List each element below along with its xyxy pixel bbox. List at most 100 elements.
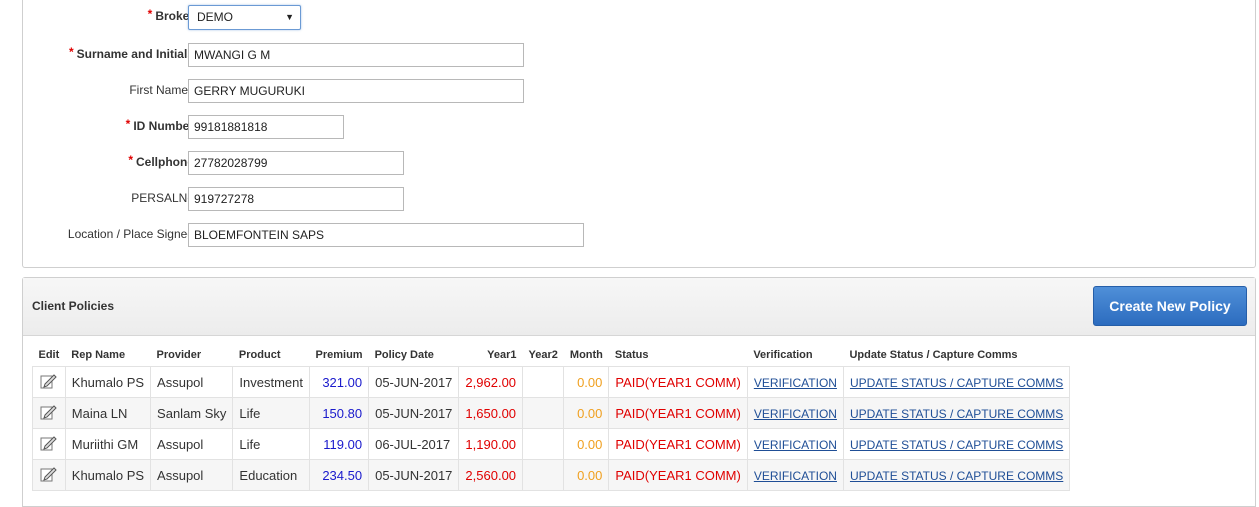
surname-label-text: Surname and Initials <box>76 47 194 61</box>
update-status-cell: UPDATE STATUS / CAPTURE COMMS <box>842 428 1071 460</box>
table-row: Maina LN Sanlam Sky Life 150.80 05-JUN-2… <box>32 397 1071 429</box>
table-row: Khumalo PS Assupol Investment 321.00 05-… <box>32 366 1071 398</box>
broker-select[interactable]: DEMO ▼ <box>188 5 301 30</box>
status-cell: PAID(YEAR1 COMM) <box>608 428 748 460</box>
column-header-status: Status <box>614 349 649 361</box>
table-row: Muriithi GM Assupol Life 119.00 06-JUL-2… <box>32 428 1071 460</box>
update-status-cell: UPDATE STATUS / CAPTURE COMMS <box>842 459 1071 491</box>
edit-pencil-icon[interactable] <box>39 403 57 421</box>
create-new-policy-button[interactable]: Create New Policy <box>1093 286 1247 326</box>
product-cell: Life <box>232 428 311 460</box>
location-label: Location / Place Signed <box>67 227 194 241</box>
persal-row: PERSALNo 919727278 <box>23 187 1257 211</box>
column-header-product: Product <box>238 349 281 361</box>
provider-cell: Assupol <box>150 428 234 460</box>
update-status-link[interactable]: UPDATE STATUS / CAPTURE COMMS <box>850 407 1063 421</box>
broker-row: * Broker DEMO ▼ <box>23 5 1257 30</box>
table-row: Khumalo PS Assupol Education 234.50 05-J… <box>32 459 1071 491</box>
table-header-row: Edit Rep Name Provider Product Premium P… <box>33 344 1070 367</box>
location-input[interactable]: BLOEMFONTEIN SAPS <box>188 223 584 247</box>
rep-name-cell: Muriithi GM <box>64 428 152 460</box>
month-cell: 0.00 <box>563 397 610 429</box>
column-header-rep-name: Rep Name <box>71 349 126 361</box>
surname-row: * Surname and Initials MWANGI G M <box>23 43 1257 67</box>
update-status-cell: UPDATE STATUS / CAPTURE COMMS <box>842 366 1071 398</box>
cellphone-row: * Cellphone 27782028799 <box>23 151 1257 175</box>
verification-link[interactable]: VERIFICATION <box>754 376 837 390</box>
column-header-year1: Year1 <box>487 349 517 361</box>
status-cell: PAID(YEAR1 COMM) <box>608 366 748 398</box>
id-number-input[interactable]: 99181881818 <box>188 115 344 139</box>
product-cell: Life <box>232 397 311 429</box>
surname-input[interactable]: MWANGI G M <box>188 43 524 67</box>
first-names-input[interactable]: GERRY MUGURUKI <box>188 79 524 103</box>
premium-cell: 321.00 <box>309 366 370 398</box>
update-status-link[interactable]: UPDATE STATUS / CAPTURE COMMS <box>850 438 1063 452</box>
update-status-link[interactable]: UPDATE STATUS / CAPTURE COMMS <box>850 469 1063 483</box>
column-header-month: Month <box>569 349 603 361</box>
status-cell: PAID(YEAR1 COMM) <box>608 459 748 491</box>
edit-pencil-icon[interactable] <box>39 465 57 483</box>
persal-label: PERSALNo <box>131 191 194 205</box>
policy-date-cell: 05-JUN-2017 <box>368 459 460 491</box>
column-header-policy-date: Policy Date <box>374 349 434 361</box>
status-cell: PAID(YEAR1 COMM) <box>608 397 748 429</box>
premium-cell: 234.50 <box>309 459 370 491</box>
required-marker: * <box>147 7 153 21</box>
policy-date-cell: 05-JUN-2017 <box>368 366 460 398</box>
verification-link[interactable]: VERIFICATION <box>754 438 837 452</box>
policy-date-cell: 05-JUN-2017 <box>368 397 460 429</box>
persal-input[interactable]: 919727278 <box>188 187 404 211</box>
year1-cell: 1,650.00 <box>458 397 524 429</box>
policies-title: Client Policies <box>32 299 115 313</box>
id-number-label: * ID Number <box>125 117 194 133</box>
verification-link[interactable]: VERIFICATION <box>754 469 837 483</box>
edit-cell[interactable] <box>32 366 66 398</box>
month-cell: 0.00 <box>563 428 610 460</box>
provider-cell: Assupol <box>150 459 234 491</box>
cellphone-label-text: Cellphone <box>135 155 194 169</box>
column-header-update-status: Update Status / Capture Comms <box>849 349 1018 361</box>
premium-cell: 119.00 <box>309 428 370 460</box>
rep-name-cell: Khumalo PS <box>64 459 152 491</box>
month-cell: 0.00 <box>563 459 610 491</box>
client-details-panel: * Broker DEMO ▼ * Surname and Initials MWA… <box>22 0 1256 268</box>
id-number-label-text: ID Number <box>133 119 194 133</box>
client-policies-panel: Client Policies Create New Policy Edit R… <box>22 277 1256 507</box>
edit-cell[interactable] <box>32 397 66 429</box>
verification-cell: VERIFICATION <box>746 459 844 491</box>
year1-cell: 1,190.00 <box>458 428 524 460</box>
required-marker: * <box>128 153 133 167</box>
update-status-cell: UPDATE STATUS / CAPTURE COMMS <box>842 397 1071 429</box>
year2-cell <box>522 397 565 429</box>
required-marker: * <box>68 45 74 59</box>
edit-pencil-icon[interactable] <box>39 372 57 390</box>
broker-select-value: DEMO <box>197 10 233 24</box>
policy-date-cell: 06-JUL-2017 <box>368 428 460 460</box>
rep-name-cell: Khumalo PS <box>64 366 152 398</box>
column-header-verification: Verification <box>753 349 813 361</box>
premium-cell: 150.80 <box>309 397 370 429</box>
policies-header: Client Policies Create New Policy <box>23 278 1255 336</box>
verification-cell: VERIFICATION <box>746 397 844 429</box>
cellphone-input[interactable]: 27782028799 <box>188 151 404 175</box>
column-header-edit: Edit <box>38 349 60 361</box>
edit-cell[interactable] <box>32 459 66 491</box>
policies-table: Edit Rep Name Provider Product Premium P… <box>32 344 1071 491</box>
provider-cell: Assupol <box>150 366 234 398</box>
column-header-year2: Year2 <box>528 349 558 361</box>
edit-pencil-icon[interactable] <box>39 434 57 452</box>
rep-name-cell: Maina LN <box>64 397 152 429</box>
update-status-link[interactable]: UPDATE STATUS / CAPTURE COMMS <box>850 376 1063 390</box>
verification-link[interactable]: VERIFICATION <box>754 407 837 421</box>
required-marker: * <box>125 117 131 131</box>
id-number-row: * ID Number 99181881818 <box>23 115 1257 139</box>
year2-cell <box>522 366 565 398</box>
product-cell: Education <box>232 459 311 491</box>
year2-cell <box>522 459 565 491</box>
verification-cell: VERIFICATION <box>746 366 844 398</box>
product-cell: Investment <box>232 366 311 398</box>
first-names-row: First Names GERRY MUGURUKI <box>23 79 1257 103</box>
column-header-premium: Premium <box>315 349 363 361</box>
edit-cell[interactable] <box>32 428 66 460</box>
